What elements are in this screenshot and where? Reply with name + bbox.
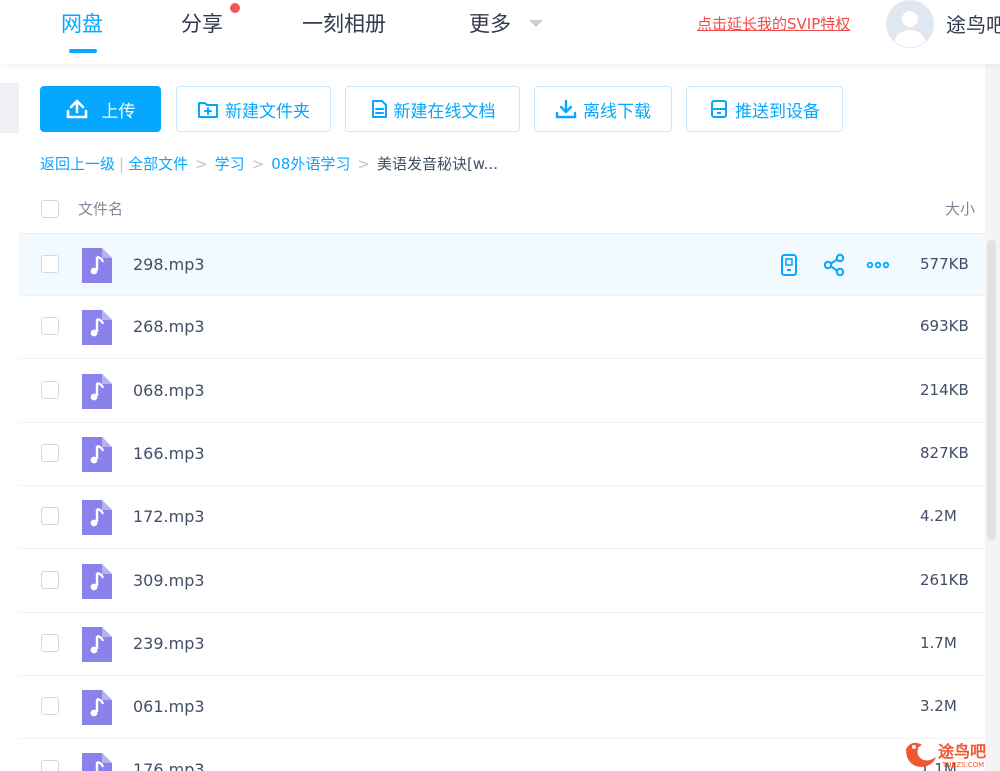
breadcrumb-item-all-files[interactable]: 全部文件 [128,153,188,174]
file-name[interactable]: 239.mp3 [133,634,205,653]
breadcrumb: 返回上一级 | 全部文件 > 学习 > 08外语学习 > 美语发音秘诀[w... [40,153,498,174]
file-row[interactable]: 298.mp3 577KB [19,233,985,296]
device-icon [711,100,727,118]
netdisk-window: 网盘 分享 一刻相册 更多 点击延长我的SVIP特权 途鸟吧 上传 新建文件夹 … [0,0,1000,771]
new-folder-label: 新建文件夹 [225,101,310,122]
watermark-text: 途鸟吧 [938,742,986,761]
upload-button[interactable]: 上传 [40,86,161,132]
nav-tab-album[interactable]: 一刻相册 [302,9,386,39]
file-size: 3.2M [920,697,957,716]
folder-plus-icon [198,102,218,118]
file-size: 261KB [920,570,969,589]
new-online-doc-label: 新建在线文档 [393,101,496,122]
file-name[interactable]: 172.mp3 [133,507,205,526]
site-watermark-logo: 途鸟吧 TNBZS.COM [906,742,986,769]
file-size: 827KB [920,443,969,462]
column-header-name[interactable]: 文件名 [78,198,123,219]
audio-file-icon [82,436,112,472]
file-row[interactable]: 166.mp3 827KB [19,423,985,486]
audio-file-icon [82,563,112,599]
push-device-icon[interactable] [777,253,801,277]
nav-tab-share[interactable]: 分享 [181,9,223,39]
download-icon [555,99,577,119]
offline-download-label: 离线下载 [583,101,651,122]
file-name[interactable]: 176.mp3 [133,760,205,771]
file-row[interactable]: 268.mp3 693KB [19,296,985,360]
nav-active-indicator [69,49,97,53]
push-to-device-button[interactable]: 推送到设备 [686,86,843,132]
file-size: 214KB [920,380,969,399]
svip-renew-link[interactable]: 点击延长我的SVIP特权 [697,13,850,34]
row-checkbox[interactable] [41,317,59,336]
file-name[interactable]: 268.mp3 [133,317,205,336]
scrollbar-thumb[interactable] [987,240,996,540]
file-size: 577KB [920,255,969,273]
file-name[interactable]: 298.mp3 [133,255,205,274]
select-all-checkbox[interactable] [41,200,59,218]
breadcrumb-back-link[interactable]: 返回上一级 [40,153,115,174]
audio-file-icon [82,690,112,726]
row-checkbox[interactable] [41,760,59,771]
file-row[interactable]: 239.mp3 1.7M [19,613,985,676]
file-row[interactable]: 172.mp3 4.2M [19,486,985,550]
username[interactable]: 途鸟吧 [946,9,1000,38]
column-header-size[interactable]: 大小 [945,198,975,219]
share-notification-dot [230,3,240,13]
row-checkbox[interactable] [41,633,59,652]
file-row[interactable]: 068.mp3 214KB [19,360,985,423]
row-checkbox[interactable] [41,697,59,716]
row-checkbox[interactable] [41,380,59,399]
upload-label: 上传 [101,101,136,122]
more-options-icon[interactable] [866,253,890,277]
file-name[interactable]: 061.mp3 [133,697,205,716]
file-row[interactable]: 176.mp3 1.1M [19,739,985,771]
file-name[interactable]: 068.mp3 [133,381,205,400]
breadcrumb-separator: > [251,154,265,173]
audio-file-icon [82,248,112,283]
breadcrumb-current: 美语发音秘诀[w... [376,155,498,173]
row-checkbox[interactable] [41,507,59,526]
breadcrumb-divider: | [119,154,125,173]
file-size: 4.2M [920,507,957,526]
breadcrumb-item-language[interactable]: 08外语学习 [271,153,350,174]
audio-file-icon [82,500,112,536]
offline-download-button[interactable]: 离线下载 [534,86,672,132]
file-list-header: 文件名 大小 [19,186,985,232]
file-row[interactable]: 061.mp3 3.2M [19,676,985,740]
left-sidebar-edge [0,83,19,133]
breadcrumb-separator: > [357,154,370,173]
file-size: 1.7M [920,633,957,652]
nav-tab-netdisk[interactable]: 网盘 [61,9,103,39]
share-icon[interactable] [822,253,846,277]
row-checkbox[interactable] [41,570,59,589]
file-size: 693KB [920,317,969,336]
breadcrumb-item-study[interactable]: 学习 [215,153,245,174]
upload-icon [66,99,87,119]
user-avatar-icon [895,11,925,47]
file-row[interactable]: 309.mp3 261KB [19,550,985,613]
document-icon [371,100,387,118]
file-name[interactable]: 309.mp3 [133,571,205,590]
audio-file-icon [82,626,112,662]
push-to-device-label: 推送到设备 [735,101,820,122]
audio-file-icon [82,310,112,346]
file-name[interactable]: 166.mp3 [133,444,205,463]
row-checkbox[interactable] [41,443,59,462]
chevron-down-icon[interactable] [527,17,545,29]
avatar[interactable] [886,0,934,48]
new-folder-button[interactable]: 新建文件夹 [176,86,331,132]
watermark-subtext: TNBZS.COM [941,761,984,769]
breadcrumb-separator: > [195,154,208,173]
new-online-doc-button[interactable]: 新建在线文档 [345,86,520,132]
row-checkbox[interactable] [41,255,59,273]
nav-tab-more[interactable]: 更多 [469,9,511,39]
audio-file-icon [82,753,112,771]
audio-file-icon [82,373,112,409]
top-nav-bar: 网盘 分享 一刻相册 更多 点击延长我的SVIP特权 途鸟吧 [0,0,1000,64]
